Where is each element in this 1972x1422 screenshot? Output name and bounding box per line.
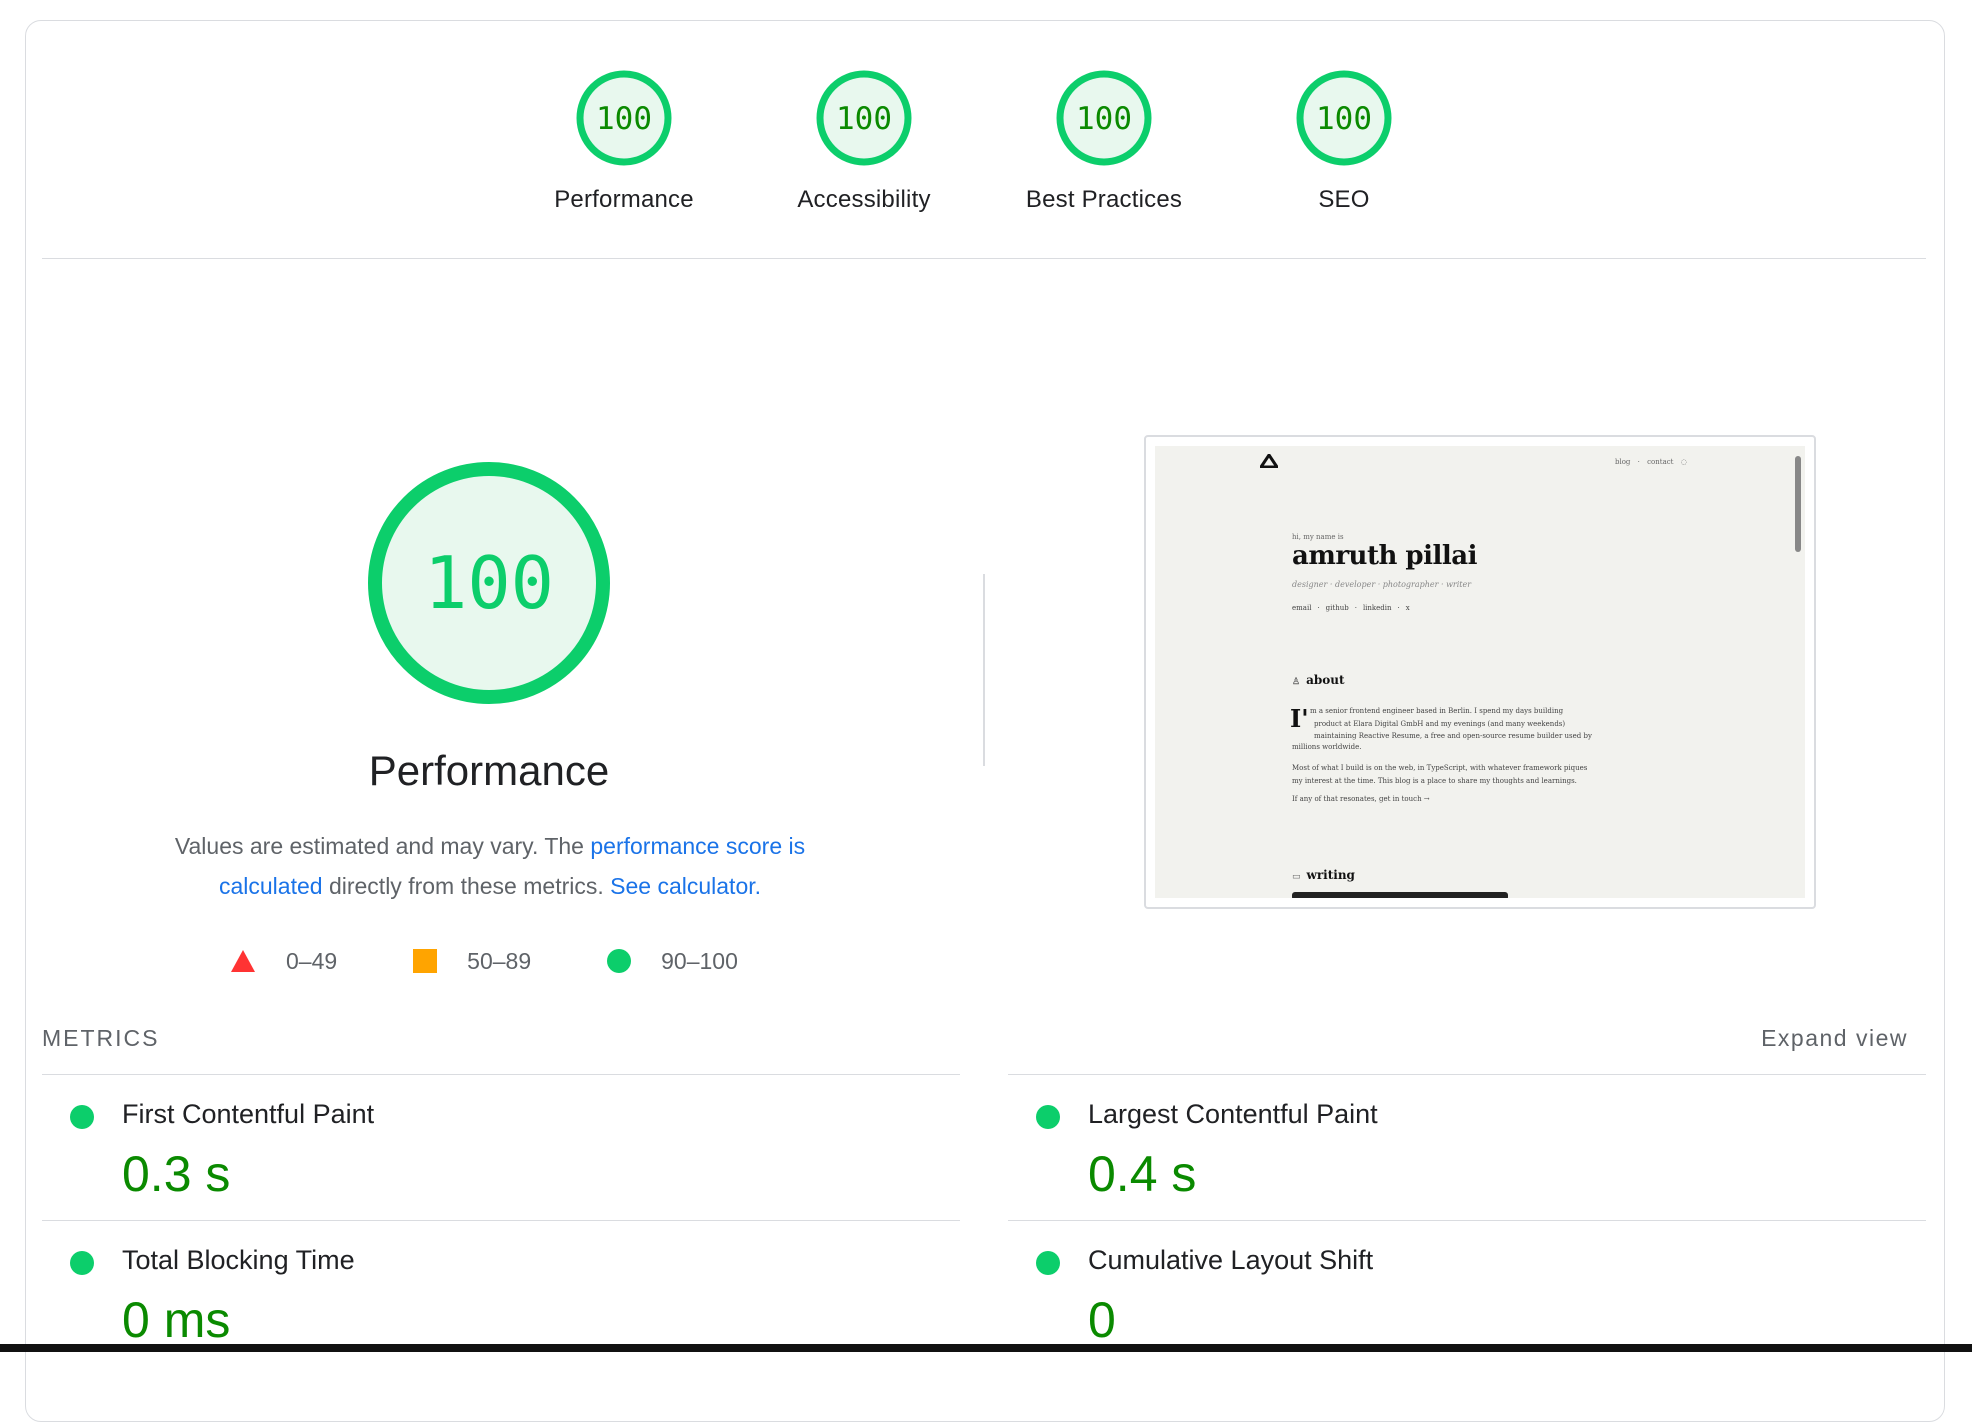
gauge-label: Accessibility bbox=[797, 186, 931, 213]
pass-circle-icon bbox=[1036, 1251, 1060, 1275]
gauge-ring: 100 bbox=[576, 70, 672, 166]
about-line: Most of what I build is on the web, in T… bbox=[1292, 764, 1588, 772]
gauge-seo[interactable]: 100 SEO bbox=[1224, 68, 1464, 214]
desc-text: Values are estimated and may vary. The bbox=[174, 833, 591, 859]
legend-range: 50–89 bbox=[467, 947, 532, 974]
about-line: maintaining Reactive Resume, a free and … bbox=[1314, 732, 1592, 740]
performance-gauge: 100 bbox=[368, 462, 610, 704]
gauge-label: Best Practices bbox=[1025, 186, 1183, 213]
gauge-performance[interactable]: 100 Performance bbox=[504, 68, 744, 214]
profile-link: linkedin bbox=[1362, 604, 1392, 612]
screenshot-about-p2: Most of what I build is on the web, in T… bbox=[1292, 762, 1587, 787]
screenshot-writing-heading: ▭ writing bbox=[1292, 868, 1355, 882]
legend-pass: 90–100 bbox=[607, 948, 738, 975]
see-calculator-link[interactable]: See calculator. bbox=[610, 873, 761, 899]
pass-circle-icon bbox=[1036, 1105, 1060, 1129]
about-line: millions worldwide. bbox=[1292, 743, 1362, 751]
vertical-divider bbox=[983, 574, 985, 766]
metric-value: 0.4 s bbox=[1088, 1146, 1197, 1202]
metric-largest-contentful-paint: Largest Contentful Paint 0.4 s bbox=[1008, 1075, 1928, 1215]
gauge-ring: 100 bbox=[1056, 70, 1152, 166]
metric-value: 0 bbox=[1088, 1292, 1116, 1348]
site-logo-icon bbox=[1260, 454, 1278, 468]
expand-view-button[interactable]: Expand view bbox=[1761, 1025, 1908, 1052]
gauge-score: 100 bbox=[836, 101, 892, 137]
metric-value: 0.3 s bbox=[122, 1146, 231, 1202]
circle-icon bbox=[607, 949, 632, 973]
about-heading-text: about bbox=[1306, 673, 1345, 687]
metric-first-contentful-paint: First Contentful Paint 0.3 s bbox=[42, 1075, 962, 1215]
gauge-best-practices[interactable]: 100 Best Practices bbox=[984, 68, 1224, 214]
legend-average: 50–89 bbox=[413, 948, 531, 975]
gauge-accessibility[interactable]: 100 Accessibility bbox=[744, 68, 984, 214]
about-line: my interest at the time. This blog is a … bbox=[1292, 776, 1577, 785]
final-screenshot[interactable]: blog · contact ◌ hi, my name is amruth p… bbox=[1144, 435, 1816, 909]
legend-range: 0–49 bbox=[286, 947, 338, 974]
screenshot-roles: designer · developer · photographer · wr… bbox=[1292, 580, 1472, 589]
screenshot-dropcap: I' bbox=[1290, 704, 1309, 733]
screenshot-name: amruth pillai bbox=[1292, 541, 1477, 571]
metrics-heading: METRICS bbox=[42, 1025, 160, 1051]
user-icon: ♙ bbox=[1292, 677, 1301, 687]
metric-name: Total Blocking Time bbox=[122, 1245, 355, 1275]
screenshot-scrollbar bbox=[1795, 456, 1801, 552]
metric-name: Cumulative Layout Shift bbox=[1088, 1245, 1374, 1275]
desc-text: directly from these metrics. bbox=[322, 873, 611, 899]
screenshot-nav: blog · contact ◌ bbox=[1615, 458, 1687, 466]
screenshot-greeting: hi, my name is bbox=[1292, 533, 1344, 541]
header-divider bbox=[42, 258, 1926, 259]
legend-fail: 0–49 bbox=[230, 948, 337, 975]
triangle-icon bbox=[231, 950, 255, 972]
profile-link: x bbox=[1405, 604, 1410, 612]
performance-description: Values are estimated and may vary. The p… bbox=[120, 826, 860, 906]
legend-range: 90–100 bbox=[661, 947, 738, 974]
metric-value: 0 ms bbox=[122, 1292, 231, 1348]
metric-name: Largest Contentful Paint bbox=[1088, 1099, 1378, 1129]
gauge-label: Performance bbox=[554, 186, 694, 213]
performance-score: 100 bbox=[424, 541, 554, 625]
screenshot-about-heading: ♙ about bbox=[1292, 673, 1345, 687]
profile-link: github bbox=[1325, 604, 1349, 612]
writing-heading-text: writing bbox=[1306, 868, 1355, 882]
pass-circle-icon bbox=[70, 1105, 94, 1129]
metric-name: First Contentful Paint bbox=[122, 1099, 375, 1129]
gauge-score: 100 bbox=[1316, 101, 1372, 137]
gauge-ring: 100 bbox=[816, 70, 912, 166]
metric-cumulative-layout-shift: Cumulative Layout Shift 0 bbox=[1008, 1221, 1928, 1361]
window-bottom-edge bbox=[0, 1344, 1972, 1352]
gauge-score: 100 bbox=[1076, 101, 1132, 137]
screenshot-about-p1: m a senior frontend engineer based in Be… bbox=[1310, 705, 1592, 743]
performance-title: Performance bbox=[368, 747, 610, 794]
nav-link: contact bbox=[1647, 458, 1674, 466]
screenshot-page: blog · contact ◌ hi, my name is amruth p… bbox=[1155, 446, 1805, 898]
metric-total-blocking-time: Total Blocking Time 0 ms bbox=[42, 1221, 962, 1361]
screenshot-post-card bbox=[1292, 892, 1508, 898]
square-icon bbox=[413, 949, 438, 973]
pass-circle-icon bbox=[70, 1251, 94, 1275]
book-icon: ▭ bbox=[1292, 872, 1301, 882]
gauge-label: SEO bbox=[1318, 186, 1370, 213]
about-line: m a senior frontend engineer based in Be… bbox=[1310, 707, 1564, 715]
gauge-score: 100 bbox=[596, 101, 652, 137]
about-line: product at Elara Digital GmbH and my eve… bbox=[1314, 719, 1566, 728]
screenshot-links: email · github · linkedin · x bbox=[1292, 604, 1410, 612]
score-legend: 0–49 50–89 90–100 bbox=[230, 946, 738, 976]
nav-link: blog bbox=[1615, 458, 1631, 466]
gauge-ring: 100 bbox=[1296, 70, 1392, 166]
screenshot-contact-line: If any of that resonates, get in touch → bbox=[1292, 795, 1430, 803]
profile-link: email bbox=[1292, 604, 1312, 612]
